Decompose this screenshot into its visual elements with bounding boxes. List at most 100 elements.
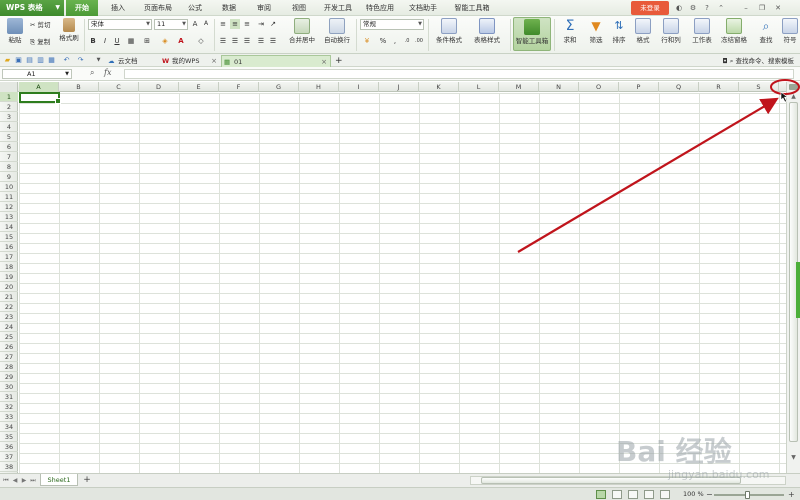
decrease-font-icon[interactable]: A xyxy=(201,19,211,29)
row-header[interactable]: 1 xyxy=(0,92,18,102)
first-sheet-icon[interactable]: ⏮ xyxy=(2,476,10,486)
thousands-icon[interactable]: , xyxy=(390,36,400,46)
skin-icon[interactable]: ◐ xyxy=(673,2,685,14)
row-header[interactable]: 19 xyxy=(0,272,18,282)
row-header[interactable]: 7 xyxy=(0,152,18,162)
sum-button[interactable]: Σ 求和 xyxy=(558,18,582,45)
row-header[interactable]: 12 xyxy=(0,202,18,212)
app-menu-button[interactable]: WPS 表格 ▼ xyxy=(0,0,64,16)
row-header[interactable]: 15 xyxy=(0,232,18,242)
row-header[interactable]: 36 xyxy=(0,442,18,452)
freeze-panes-button[interactable]: 冻结窗格 xyxy=(718,18,750,45)
row-header[interactable]: 38 xyxy=(0,462,18,472)
command-search[interactable]: ◘ ⌕ 查找命令、搜索模板 xyxy=(723,55,794,67)
border-icon[interactable]: ▦ xyxy=(126,36,136,46)
align-bottom-icon[interactable]: ≡ xyxy=(242,19,252,29)
column-header[interactable]: K xyxy=(419,82,459,92)
new-tab-button[interactable]: + xyxy=(333,55,345,67)
redo-icon[interactable]: ↷ xyxy=(76,56,85,65)
row-header[interactable]: 35 xyxy=(0,432,18,442)
doc-tab-cloud[interactable]: ☁ 云文档 xyxy=(106,55,158,67)
settings-icon[interactable]: ⚙ xyxy=(687,2,699,14)
row-header[interactable]: 30 xyxy=(0,382,18,392)
row-header[interactable]: 3 xyxy=(0,112,18,122)
ribbon-tab[interactable]: 数据 xyxy=(212,0,246,16)
row-header[interactable]: 22 xyxy=(0,302,18,312)
column-header[interactable]: L xyxy=(459,82,499,92)
row-header[interactable]: 34 xyxy=(0,422,18,432)
row-header[interactable]: 28 xyxy=(0,362,18,372)
conditional-format-button[interactable]: 条件格式 xyxy=(432,18,466,45)
open-folder-icon[interactable]: ▰ xyxy=(3,56,12,65)
fill-color-icon[interactable]: ◈ xyxy=(160,36,170,46)
justify-icon[interactable]: ☰ xyxy=(256,36,266,46)
ribbon-tab[interactable]: 视图 xyxy=(282,0,316,16)
align-right-icon[interactable]: ☰ xyxy=(242,36,252,46)
row-header[interactable]: 6 xyxy=(0,142,18,152)
ribbon-tab[interactable]: 智能工具箱 xyxy=(446,0,498,16)
row-header[interactable]: 10 xyxy=(0,182,18,192)
row-header[interactable]: 8 xyxy=(0,162,18,172)
table-style-button[interactable]: 表格样式 xyxy=(470,18,504,45)
align-top-icon[interactable]: ≡ xyxy=(218,19,228,29)
increase-decimal-icon[interactable]: .0 xyxy=(402,36,412,46)
row-header[interactable]: 37 xyxy=(0,452,18,462)
bold-button[interactable]: B xyxy=(88,36,98,46)
last-sheet-icon[interactable]: ⏭ xyxy=(29,476,37,486)
sort-button[interactable]: ⇅ 排序 xyxy=(608,18,630,45)
close-icon[interactable]: ✕ xyxy=(772,2,784,14)
select-all-corner[interactable] xyxy=(0,82,18,92)
add-sheet-button[interactable]: + xyxy=(82,474,92,486)
number-format-select[interactable]: 常规 ▼ xyxy=(360,19,424,30)
worksheet-button[interactable]: 工作表 xyxy=(688,18,716,45)
column-header[interactable]: G xyxy=(259,82,299,92)
cell-area[interactable] xyxy=(19,93,786,473)
row-header[interactable]: 2 xyxy=(0,102,18,112)
row-header[interactable]: 26 xyxy=(0,342,18,352)
format-painter-button[interactable]: 格式刷 xyxy=(56,18,82,43)
column-header[interactable]: C xyxy=(99,82,139,92)
increase-font-icon[interactable]: A xyxy=(190,19,200,29)
align-middle-icon[interactable]: ≡ xyxy=(230,19,240,29)
smart-toolbox-button[interactable]: 智能工具箱 xyxy=(513,17,551,51)
row-header[interactable]: 20 xyxy=(0,282,18,292)
prev-sheet-icon[interactable]: ◀ xyxy=(11,476,19,486)
ribbon-tab[interactable]: 页面布局 xyxy=(138,0,178,16)
page-break-view-icon[interactable] xyxy=(612,490,622,499)
active-cell-a1[interactable] xyxy=(19,92,61,104)
column-header[interactable]: J xyxy=(379,82,419,92)
ribbon-tab[interactable]: 审阅 xyxy=(248,0,280,16)
row-header[interactable]: 25 xyxy=(0,332,18,342)
clear-format-icon[interactable]: ◇ xyxy=(196,36,206,46)
column-header[interactable]: S xyxy=(739,82,779,92)
indent-icon[interactable]: ⇥ xyxy=(256,19,266,29)
row-header[interactable]: 32 xyxy=(0,402,18,412)
percent-button[interactable]: % xyxy=(378,36,388,46)
reading-mode-icon[interactable] xyxy=(628,490,638,499)
symbol-button[interactable]: 符号 xyxy=(780,18,800,45)
font-size-select[interactable]: 11 ▼ xyxy=(154,19,188,30)
row-header[interactable]: 21 xyxy=(0,292,18,302)
column-header[interactable]: O xyxy=(579,82,619,92)
save-icon[interactable]: ▣ xyxy=(14,56,23,65)
decrease-decimal-icon[interactable]: .00 xyxy=(414,36,424,46)
column-header[interactable]: A xyxy=(19,82,59,92)
row-header[interactable]: 24 xyxy=(0,322,18,332)
formula-input[interactable] xyxy=(124,69,794,79)
rows-cols-button[interactable]: 行和列 xyxy=(656,18,686,45)
eye-protection-icon[interactable] xyxy=(644,490,654,499)
distribute-icon[interactable]: ☰ xyxy=(268,36,278,46)
column-header[interactable]: M xyxy=(499,82,539,92)
ribbon-tab[interactable]: 开始 xyxy=(66,0,98,16)
side-panel-tab[interactable] xyxy=(796,262,800,318)
print-preview-icon[interactable]: ▤ xyxy=(25,56,34,65)
cell-style-icon[interactable]: ⊞ xyxy=(142,36,152,46)
paste-button[interactable]: 粘贴 xyxy=(4,18,26,45)
column-header[interactable]: H xyxy=(299,82,339,92)
row-header[interactable]: 23 xyxy=(0,312,18,322)
next-sheet-icon[interactable]: ▶ xyxy=(20,476,28,486)
column-header[interactable]: B xyxy=(59,82,99,92)
column-header[interactable]: I xyxy=(339,82,379,92)
find-button[interactable]: ⌕ 查找 xyxy=(754,18,778,45)
name-box[interactable]: A1 ▼ xyxy=(2,69,72,79)
